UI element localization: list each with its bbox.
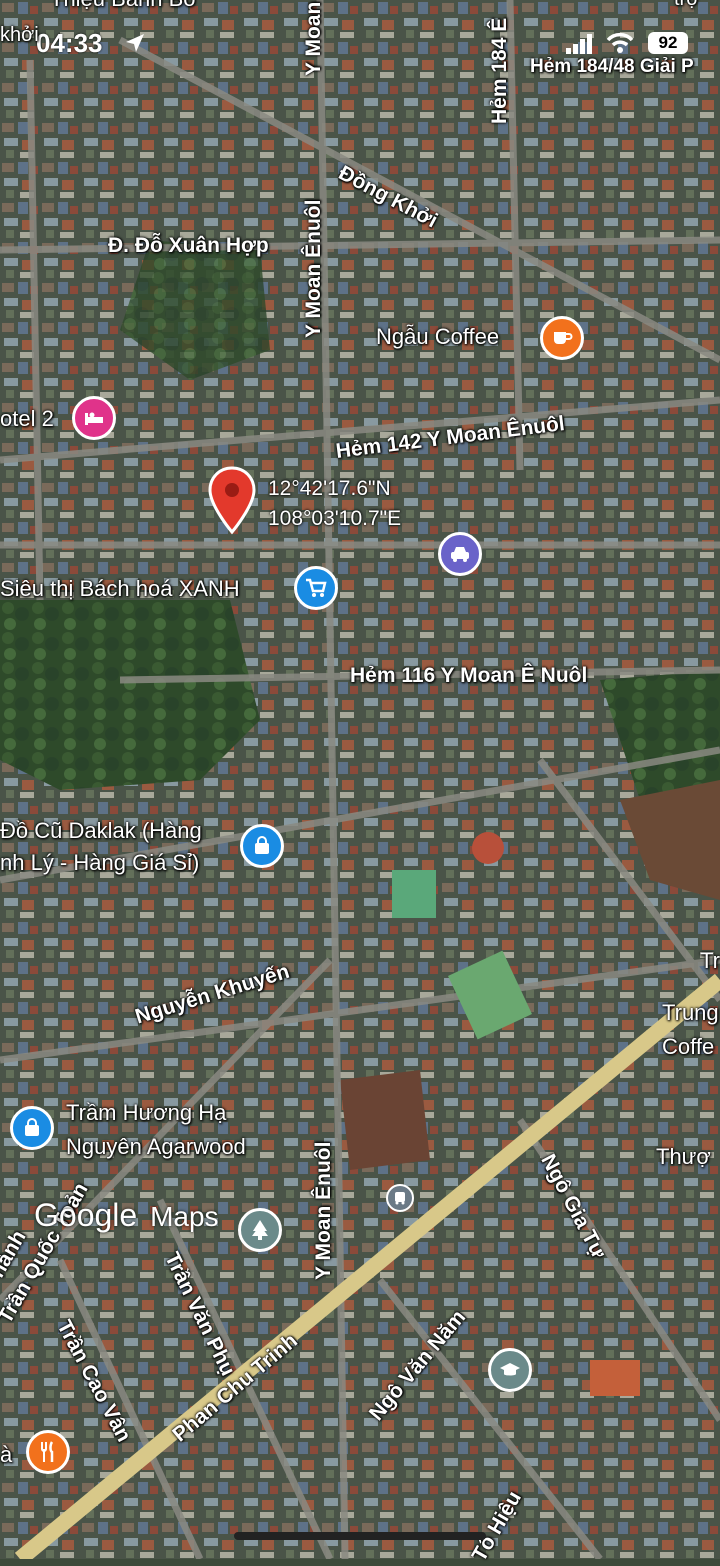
building-red-dome xyxy=(472,832,504,864)
poi-restaurant[interactable] xyxy=(26,1430,70,1474)
label-ngau-coffee: Ngẫu Coffee xyxy=(376,324,500,349)
label-hotel-2: otel 2 xyxy=(0,406,54,431)
poi-bus-stop[interactable] xyxy=(386,1184,414,1212)
label-do-cu-daklak-2: nh Lý - Hàng Giá Sỉ) xyxy=(0,850,200,875)
home-indicator[interactable] xyxy=(234,1532,486,1540)
battery-level: 92 xyxy=(658,33,678,52)
graduation-cap-icon xyxy=(500,1363,520,1376)
road-do-xuan-hop: Đ. Đỗ Xuân Hợp xyxy=(108,234,269,257)
label-tro: trợ xyxy=(674,0,699,11)
road-y-moan-mid: Y Moan Ênuôl xyxy=(302,199,325,338)
tree-icon xyxy=(252,1220,268,1240)
poi-tram-huong[interactable] xyxy=(10,1106,54,1150)
label-thieu-banh-bo: Thiệu Bánh Bò xyxy=(50,0,196,12)
poi-car-service[interactable] xyxy=(438,532,482,576)
coffee-cup-icon xyxy=(554,332,573,344)
poi-ngau-coffee[interactable] xyxy=(540,316,584,360)
signal-icon xyxy=(566,34,592,54)
bus-icon xyxy=(395,1192,405,1205)
fork-knife-icon xyxy=(41,1441,54,1462)
battery-icon: 92 xyxy=(648,32,688,54)
google-wordmark: Google xyxy=(34,1197,138,1233)
dropped-pin-marker[interactable] xyxy=(208,466,256,536)
bed-icon xyxy=(85,412,103,425)
location-arrow-icon xyxy=(126,34,144,52)
road-y-moan-top: Y Moan Ênuôl xyxy=(302,0,325,76)
label-thuong: Thượ xyxy=(656,1144,711,1169)
label-trung-coffee-2: Coffe xyxy=(662,1034,715,1059)
maps-wordmark: Maps xyxy=(150,1201,219,1232)
field-patch-2 xyxy=(340,1070,430,1170)
label-bach-hoa-xanh: Siêu thị Bách hoá XANH xyxy=(0,576,240,601)
road-hem-184: Hẻm 184 Ê xyxy=(488,17,511,124)
latitude-text: 12°42'17.6"N xyxy=(268,477,391,500)
dropped-pin-coordinates: 12°42'17.6"N 108°03'10.7"E xyxy=(268,474,401,534)
poi-park[interactable] xyxy=(238,1208,282,1252)
shopping-bag-icon xyxy=(25,1118,39,1136)
wifi-icon xyxy=(606,32,634,53)
label-tram-huong-1: Trầm Hương Hạ xyxy=(66,1100,227,1125)
label-tram-huong-2: Nguyên Agarwood xyxy=(66,1134,246,1159)
label-do-cu-daklak-1: Đồ Cũ Daklak (Hàng xyxy=(0,818,202,843)
label-a-restaurant: à xyxy=(0,1442,13,1467)
road-hem-116: Hẻm 116 Y Moan Ê Nuôl xyxy=(350,664,588,687)
poi-hotel-2[interactable] xyxy=(72,396,116,440)
poi-school[interactable] xyxy=(488,1348,532,1392)
road-y-moan-bottom: Y Moan Ênuôl xyxy=(312,1141,335,1280)
google-maps-logo: Google Maps xyxy=(34,1197,219,1234)
road-hem-184-48: Hẻm 184/48 Giải P xyxy=(530,56,694,77)
longitude-text: 108°03'10.7"E xyxy=(268,507,402,530)
poi-do-cu-daklak[interactable] xyxy=(240,824,284,868)
poi-bach-hoa-xanh[interactable] xyxy=(294,566,338,610)
shopping-bag-icon xyxy=(255,836,269,854)
label-khoi: khởi xyxy=(0,24,39,46)
shopping-cart-icon xyxy=(306,578,327,597)
label-trung-coffee-1: Trung xyxy=(662,1000,719,1025)
car-icon xyxy=(451,547,469,562)
clock-time: 04:33 xyxy=(36,28,103,58)
label-tr-right: Tr xyxy=(700,948,720,973)
building-green-roof xyxy=(392,870,436,918)
building-orange xyxy=(590,1360,640,1396)
